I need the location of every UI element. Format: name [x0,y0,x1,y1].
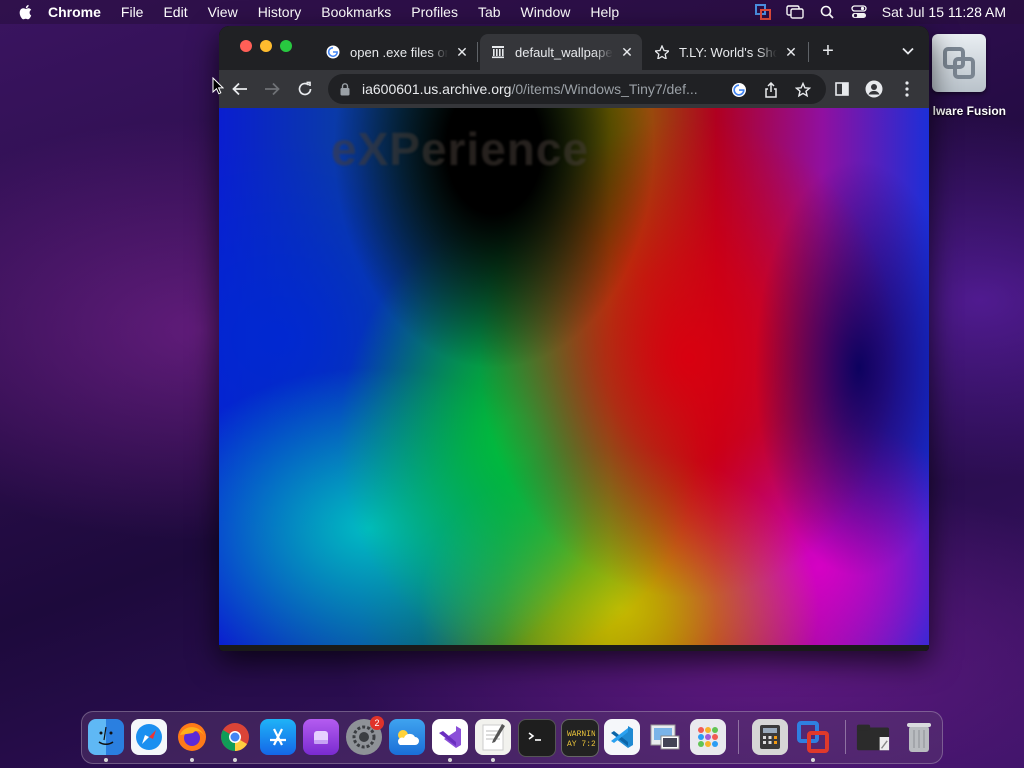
window-minimize-button[interactable] [260,40,272,52]
address-bar[interactable]: ia600601.us.archive.org/0/items/Windows_… [328,74,826,104]
google-lens-icon[interactable] [730,81,748,99]
safari-icon[interactable] [131,719,167,755]
menu-view[interactable]: View [208,4,238,20]
share-icon[interactable] [762,81,780,99]
menu-tab[interactable]: Tab [478,4,501,20]
menu-profiles[interactable]: Profiles [411,4,458,20]
tab-tly[interactable]: T.LY: World's Sho ✕ [644,34,806,70]
url-text[interactable]: ia600601.us.archive.org/0/items/Windows_… [362,81,722,97]
side-panel-icon[interactable] [830,77,854,101]
menu-file[interactable]: File [121,4,144,20]
new-tab-button[interactable]: + [817,40,839,62]
url-path: /0/items/Windows_Tiny7/def... [511,81,698,97]
system-settings-icon[interactable]: 2 [346,716,384,755]
desktop-icon-label: lware Fusion [932,104,1006,118]
tab-close-icon[interactable]: ✕ [783,44,799,60]
window-maximize-button[interactable] [280,40,292,52]
mouse-cursor-icon [212,76,225,100]
weather-icon[interactable] [389,719,425,755]
textedit-icon[interactable] [475,719,511,755]
profile-avatar-icon[interactable] [862,77,886,101]
reload-icon[interactable] [293,77,317,101]
menu-help[interactable]: Help [590,4,619,20]
downloads-folder-icon[interactable] [855,719,891,755]
tab-strip: open .exe files on ✕ default_wallpaper ✕… [219,26,929,70]
finder-icon[interactable] [88,719,124,755]
menu-edit[interactable]: Edit [163,4,187,20]
tly-icon [654,44,670,60]
menu-window[interactable]: Window [521,4,571,20]
back-arrow-icon[interactable] [228,77,252,101]
menu-history[interactable]: History [258,4,302,20]
apple-menu-icon[interactable] [18,4,34,20]
tab-separator [477,42,478,62]
menu-bar: Chrome File Edit View History Bookmarks … [0,0,1024,24]
chrome-icon[interactable] [217,719,253,755]
svg-text:AY 7:26: AY 7:26 [567,740,595,749]
dock: 2 WARNINAY 7:26 [81,711,943,764]
forward-arrow-icon[interactable] [260,77,284,101]
tab-separator [808,42,809,62]
vmware-fusion-icon[interactable] [795,719,831,755]
running-indicator [811,758,815,762]
running-indicator [491,758,495,762]
dock-separator [845,720,846,754]
wallpaper-watermark-text: eXPerience [331,123,590,175]
running-indicator [233,758,237,762]
dock-separator [738,720,739,754]
window-bottom-edge [219,645,929,651]
app-store-icon[interactable] [260,719,296,755]
page-image-wallpaper[interactable]: eXPerience [219,108,929,645]
calculator-icon[interactable] [752,719,788,755]
archive-icon [490,44,506,60]
firefox-icon[interactable] [174,719,210,755]
tab-default-wallpaper[interactable]: default_wallpaper ✕ [480,34,642,70]
more-menu-icon[interactable] [895,77,919,101]
tab-title: open .exe files on [350,44,448,60]
terminal-icon[interactable] [518,719,556,757]
tab-title: T.LY: World's Sho [679,44,777,60]
bookmark-star-icon[interactable] [794,81,812,99]
menu-bar-clock[interactable]: Sat Jul 15 11:28 AM [882,4,1006,20]
lock-icon[interactable] [340,82,354,96]
console-icon[interactable]: WARNINAY 7:26 [561,719,599,757]
running-indicator [448,758,452,762]
search-icon[interactable] [818,4,836,20]
menu-app-name[interactable]: Chrome [48,4,101,20]
browser-toolbar: ia600601.us.archive.org/0/items/Windows_… [219,70,929,108]
vscode-icon[interactable] [604,719,640,755]
running-indicator [104,758,108,762]
vmware-fusion-icon [932,34,986,92]
tab-close-icon[interactable]: ✕ [619,44,635,60]
tab-close-icon[interactable]: ✕ [454,44,470,60]
desktop-vmware-fusion[interactable]: lware Fusion [926,34,1024,124]
screen-mirroring-icon[interactable] [786,4,804,20]
tab-title: default_wallpaper [515,44,613,60]
window-close-button[interactable] [240,40,252,52]
trash-icon[interactable] [901,719,937,755]
visual-studio-icon[interactable] [432,719,468,755]
notification-badge: 2 [370,716,384,730]
svg-text:WARNIN: WARNIN [567,730,595,739]
tab-search-chevron-icon[interactable] [897,40,919,62]
launchpad-icon[interactable] [690,719,726,755]
running-indicator [190,758,194,762]
preview-icon[interactable] [647,719,683,755]
chrome-window: open .exe files on ✕ default_wallpaper ✕… [219,26,929,651]
url-host: ia600601.us.archive.org [362,81,512,97]
tab-open-exe-files[interactable]: open .exe files on ✕ [315,34,477,70]
control-center-icon[interactable] [850,4,868,20]
podcasts-icon[interactable] [303,719,339,755]
menu-bookmarks[interactable]: Bookmarks [321,4,391,20]
google-icon [325,44,341,60]
vmware-fusion-status-icon[interactable] [754,4,772,20]
